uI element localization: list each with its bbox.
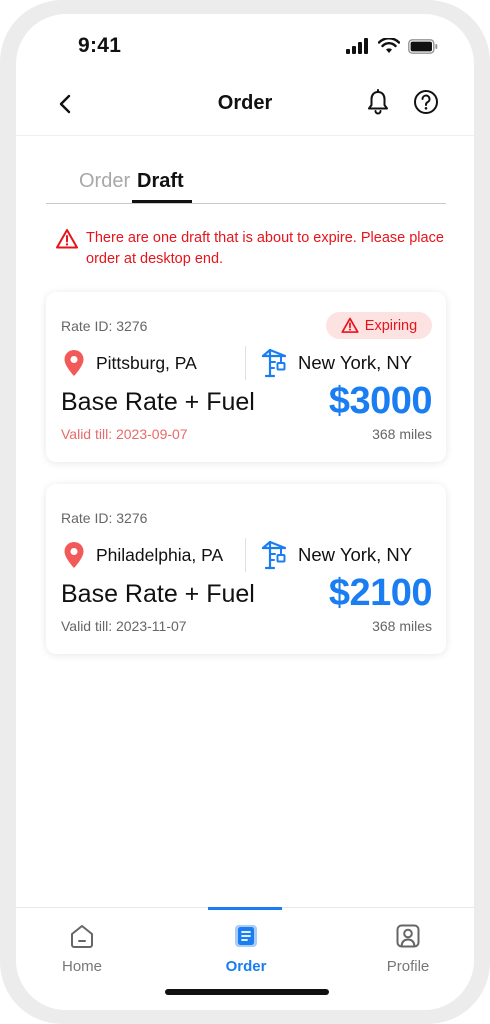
valid-till-date: 2023-09-07 bbox=[115, 426, 188, 442]
profile-icon bbox=[396, 924, 420, 948]
price: $3000 bbox=[328, 380, 433, 422]
location-pin-icon bbox=[64, 542, 84, 568]
nav-order-label: Order bbox=[225, 958, 267, 975]
active-tab-indicator bbox=[132, 200, 192, 203]
crane-icon bbox=[261, 348, 287, 378]
origin-city: Pittsburg, PA bbox=[96, 352, 197, 373]
rate-id-label: Rate ID: bbox=[61, 510, 113, 526]
origin: Philadelphia, PA bbox=[64, 542, 223, 568]
crane-icon bbox=[261, 540, 287, 570]
valid-till: Valid till: 2023-11-07 bbox=[61, 618, 187, 634]
home-icon bbox=[71, 925, 93, 948]
nav-order[interactable]: Order bbox=[196, 908, 296, 988]
home-indicator bbox=[165, 989, 329, 995]
bell-icon[interactable] bbox=[364, 88, 392, 116]
status-icons bbox=[346, 38, 438, 54]
signal-icon bbox=[346, 38, 368, 54]
status-bar: 9:41 bbox=[16, 14, 474, 74]
tab-draft[interactable]: Draft bbox=[137, 170, 184, 201]
origin-city: Philadelphia, PA bbox=[96, 544, 224, 565]
distance: 368 miles bbox=[372, 618, 432, 634]
nav-home[interactable]: Home bbox=[32, 908, 132, 988]
expiring-badge: Expiring bbox=[326, 312, 432, 339]
destination: New York, NY bbox=[260, 540, 412, 570]
status-time: 9:41 bbox=[78, 34, 122, 57]
nav-profile-label: Profile bbox=[386, 958, 430, 975]
help-icon[interactable] bbox=[412, 88, 440, 116]
distance: 368 miles bbox=[372, 426, 432, 442]
valid-till-date: 2023-11-07 bbox=[115, 618, 187, 634]
rate-type: Base Rate + Fuel bbox=[61, 580, 255, 608]
tab-order[interactable]: Order bbox=[79, 170, 130, 201]
route-divider bbox=[245, 346, 246, 380]
valid-till-label: Valid till: bbox=[61, 426, 113, 442]
origin: Pittsburg, PA bbox=[64, 350, 197, 376]
destination-city: New York, NY bbox=[298, 544, 413, 565]
expiry-warning: There are one draft that is about to exp… bbox=[56, 228, 446, 270]
battery-icon bbox=[408, 38, 438, 54]
warning-triangle-icon bbox=[341, 317, 359, 333]
page-title: Order bbox=[217, 92, 273, 114]
rate-id-value: 3276 bbox=[116, 318, 148, 334]
rate-id: Rate ID: 3276 bbox=[61, 510, 147, 526]
route-divider bbox=[245, 538, 246, 572]
price: $2100 bbox=[328, 572, 433, 614]
location-pin-icon bbox=[64, 350, 84, 376]
phone-frame: 9:41 Order Order Draft There are one dra… bbox=[0, 0, 490, 1024]
wifi-icon bbox=[378, 38, 400, 53]
badge-label: Expiring bbox=[364, 317, 418, 334]
order-icon bbox=[235, 925, 257, 947]
rate-id: Rate ID: 3276 bbox=[61, 318, 147, 334]
nav-profile[interactable]: Profile bbox=[358, 908, 458, 988]
destination-city: New York, NY bbox=[298, 352, 413, 373]
valid-till: Valid till: 2023-09-07 bbox=[61, 426, 188, 442]
rate-type: Base Rate + Fuel bbox=[61, 388, 255, 416]
rate-id-value: 3276 bbox=[116, 510, 148, 526]
rate-id-label: Rate ID: bbox=[61, 318, 113, 334]
screen: 9:41 Order Order Draft There are one dra… bbox=[16, 14, 474, 1010]
tab-bar: Order Draft bbox=[46, 170, 446, 204]
draft-card[interactable]: Rate ID: 3276 Expiring Pittsburg, PA New… bbox=[46, 292, 446, 462]
draft-card[interactable]: Rate ID: 3276 Philadelphia, PA New York,… bbox=[46, 484, 446, 654]
nav-home-label: Home bbox=[61, 958, 102, 975]
warning-message: There are one draft that is about to exp… bbox=[86, 230, 444, 267]
warning-triangle-icon bbox=[56, 229, 78, 249]
valid-till-label: Valid till: bbox=[61, 618, 113, 634]
header: Order bbox=[16, 80, 474, 136]
destination: New York, NY bbox=[260, 348, 412, 378]
